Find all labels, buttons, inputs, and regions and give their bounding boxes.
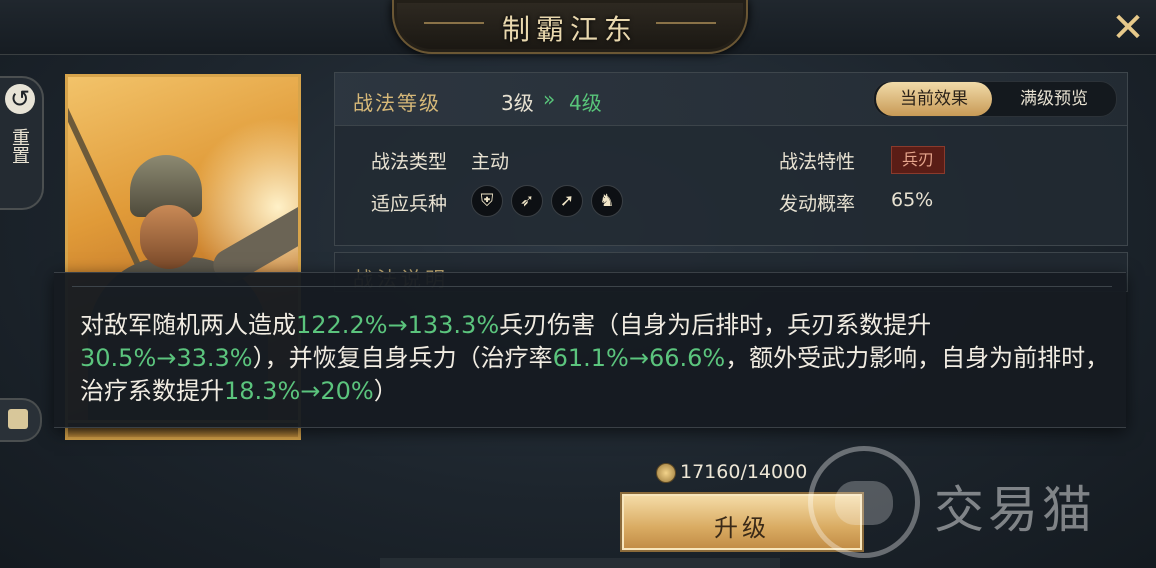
- horse-icon: ♞: [591, 185, 623, 217]
- page-title: 制霸江东: [501, 13, 638, 46]
- skill-level-current: 3级: [501, 91, 534, 115]
- skill-level-label: 战法等级: [353, 91, 441, 115]
- skill-level-header: 战法等级 3级 » 4级 当前效果 满级预览: [335, 73, 1127, 126]
- undo-icon: ↺: [5, 84, 35, 114]
- reset-label: 重置: [9, 128, 30, 164]
- side-tab-button[interactable]: [0, 398, 42, 442]
- reset-button[interactable]: ↺ 重置: [0, 76, 44, 210]
- level-arrow-icon: »: [543, 87, 556, 111]
- close-button[interactable]: ✕: [1106, 6, 1150, 50]
- trigger-rate-label: 发动概率: [779, 193, 856, 215]
- skill-type-label: 战法类型: [371, 151, 448, 173]
- description-tooltip: 对敌军随机两人造成122.2%→133.3%兵刃伤害（自身为后排时，兵刃系数提升…: [54, 272, 1126, 428]
- upgrade-cost: 17160/14000: [680, 461, 808, 483]
- coin-icon: [656, 463, 676, 483]
- skill-level-next: 4级: [569, 91, 602, 115]
- watermark-cat-face: [835, 481, 893, 525]
- spear-icon: ➚: [551, 185, 583, 217]
- tooltip-divider: [72, 286, 1112, 287]
- title-bar: 制霸江东 ✕: [0, 0, 1156, 55]
- book-icon: [8, 409, 28, 429]
- trigger-rate-value: 65%: [891, 189, 934, 211]
- desc-text-2: 兵刃伤害（自身为后排时，兵刃系数提升: [499, 311, 932, 339]
- skill-type-value: 主动: [471, 151, 510, 173]
- skill-info-panel: 战法等级 3级 » 4级 当前效果 满级预览 战法类型 主动 战法特性 兵刃 适…: [334, 72, 1128, 246]
- desc-text-3: ），并恢复自身兵力（治疗率: [252, 344, 553, 372]
- portrait-face: [140, 205, 198, 269]
- skill-description: 对敌军随机两人造成122.2%→133.3%兵刃伤害（自身为后排时，兵刃系数提升…: [80, 309, 1120, 408]
- desc-text-5: ）: [373, 377, 398, 405]
- skill-trait-label: 战法特性: [779, 151, 856, 173]
- skill-trait-badge: 兵刃: [891, 146, 945, 174]
- watermark-text: 交易猫: [934, 481, 1096, 539]
- desc-value-coefficient: 30.5%→33.3%: [80, 344, 253, 372]
- bottom-strip: [380, 558, 780, 568]
- title-plate: 制霸江东: [392, 0, 748, 54]
- effect-tab-group: 当前效果 满级预览: [873, 81, 1117, 117]
- desc-value-damage: 122.2%→133.3%: [296, 311, 500, 339]
- desc-value-heal-rate: 61.1%→66.6%: [552, 344, 726, 372]
- tab-max-level-preview[interactable]: 满级预览: [998, 82, 1110, 116]
- bow-icon: ➶: [511, 185, 543, 217]
- watermark-logo-icon: [808, 446, 920, 558]
- shield-icon: ⛨: [471, 185, 503, 217]
- desc-text-1: 对敌军随机两人造成: [80, 311, 296, 339]
- desc-value-heal-coefficient: 18.3%→20%: [224, 377, 374, 405]
- troop-type-label: 适应兵种: [371, 193, 448, 215]
- close-icon: ✕: [1111, 5, 1145, 51]
- tab-current-effect[interactable]: 当前效果: [876, 82, 992, 116]
